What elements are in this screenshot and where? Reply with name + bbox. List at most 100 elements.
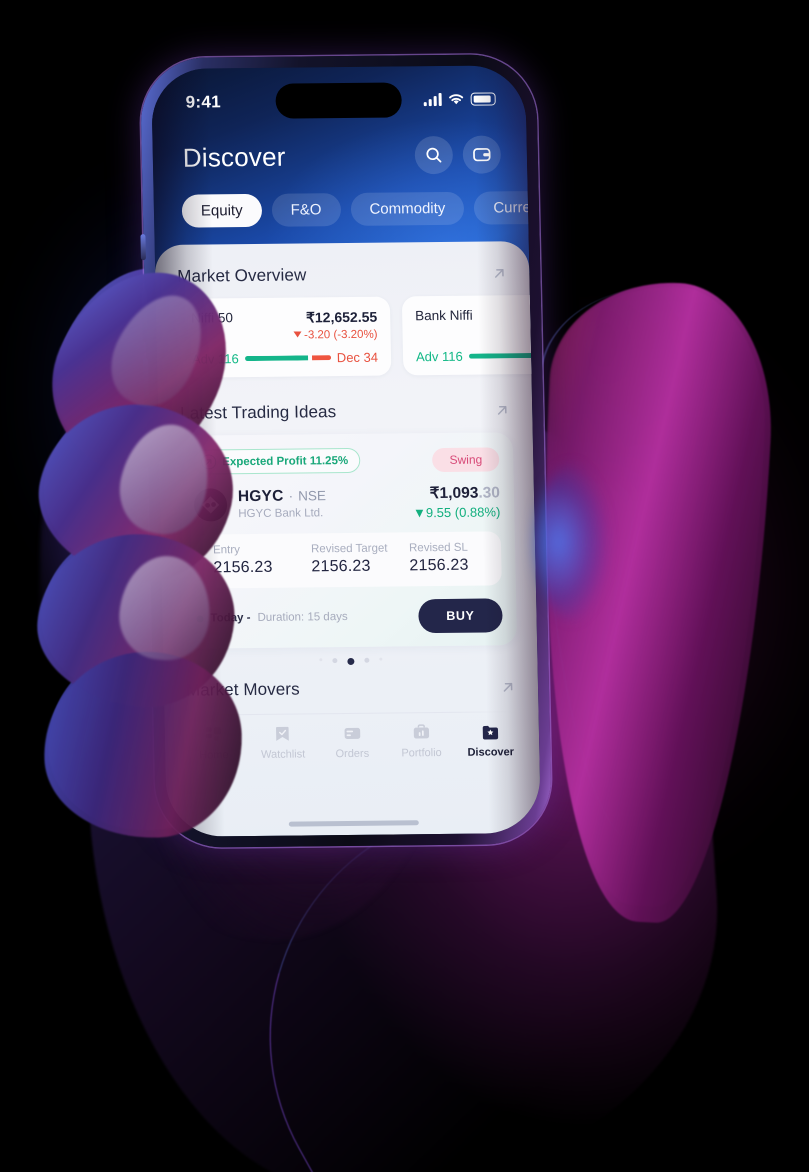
idea-duration-day: Today - <box>210 612 251 625</box>
scene: 9:41 Discover Equity F&O Commodity Curre… <box>0 0 809 1172</box>
nav-label: Watchlist <box>260 748 306 761</box>
bottom-navigation[interactable]: Home Watchlist Orders Portfolio Discover <box>165 712 540 762</box>
wallet-button[interactable] <box>462 135 502 174</box>
pager-dot-active[interactable] <box>346 657 354 665</box>
dynamic-island <box>275 82 403 119</box>
wallet-icon <box>473 148 491 162</box>
ad-ratio-bar <box>468 352 542 359</box>
index-card-bank-niffi[interactable]: Bank Niffi ₹ -3. Adv 116 Dec 34 <box>401 294 542 376</box>
search-icon <box>426 147 442 163</box>
advance-decline-bar: Adv 116 Dec 34 <box>192 350 378 367</box>
nav-item-portfolio[interactable]: Portfolio <box>386 723 456 760</box>
cellular-bars-icon <box>423 92 442 107</box>
pager-dot[interactable] <box>331 658 337 664</box>
market-overview-cards: Niffi 50 ₹12,652.55 -3.20 (-3.20%) Adv 1… <box>156 283 542 378</box>
level-label: Revised SL <box>408 541 468 555</box>
header-title-row: Discover <box>182 133 502 178</box>
trading-ideas-title: Latest Trading Ideas <box>179 402 337 423</box>
arrow-up-right-icon[interactable] <box>491 265 507 281</box>
level-value: 2156.23 <box>409 556 469 575</box>
arrow-up-right-circle-icon <box>201 454 217 470</box>
live-dot-icon <box>196 614 204 623</box>
index-change: -3.20 (-3.20%) <box>293 329 378 342</box>
tab-fno[interactable]: F&O <box>271 193 341 227</box>
idea-price-change: ▼︎9.55 (0.88%) <box>412 504 501 521</box>
tab-commodity[interactable]: Commodity <box>350 191 465 226</box>
idea-company-name: HGYC Bank Ltd. <box>238 507 324 521</box>
advance-decline-bar: Adv 116 Dec 34 <box>415 347 542 365</box>
trading-idea-card[interactable]: Expected Profit 11.25% Swing HGYC · NSE … <box>178 432 518 649</box>
expected-profit-badge: Expected Profit 11.25% <box>192 447 361 475</box>
nav-label: Orders <box>335 747 370 761</box>
level-value: 2156.23 <box>311 557 371 576</box>
idea-stock-names: HGYC · NSE HGYC Bank Ltd. <box>238 487 327 521</box>
pager-dot[interactable] <box>378 657 382 661</box>
nav-item-watchlist[interactable]: Watchlist <box>248 724 318 761</box>
buy-button[interactable]: BUY <box>417 598 503 634</box>
tab-equity[interactable]: Equity <box>181 193 262 228</box>
idea-stock-identity: HGYC · NSE HGYC Bank Ltd. <box>193 487 327 522</box>
index-card-niffi50[interactable]: Niffi 50 ₹12,652.55 -3.20 (-3.20%) Adv 1… <box>177 296 392 378</box>
header-actions <box>414 135 502 175</box>
category-tabs[interactable]: Equity F&O Commodity Currency <box>181 190 542 228</box>
index-price: ₹12,652.55 <box>305 308 378 326</box>
level-entry: Entry 2156.23 <box>201 543 300 577</box>
index-name: Niffi 50 <box>191 310 234 326</box>
idea-levels: Entry 2156.23 Revised Target 2156.23 Rev… <box>194 531 502 589</box>
hgyc-diamond-logo-icon <box>193 487 228 522</box>
index-card-top: Niffi 50 ₹12,652.55 -3.20 (-3.20%) <box>191 309 378 343</box>
advances-label: Adv 116 <box>191 351 239 367</box>
idea-price-block: ₹1,093.30 ▼︎9.55 (0.88%) <box>412 483 501 521</box>
nav-label: Portfolio <box>401 746 442 760</box>
idea-duration-text: Duration: 15 days <box>257 610 348 624</box>
nav-item-discover[interactable]: Discover <box>456 722 526 759</box>
market-movers-title: Market Movers <box>185 679 300 700</box>
idea-price-main: ₹1,093 <box>429 484 479 503</box>
ad-ratio-bar <box>244 355 331 362</box>
idea-stock-row: HGYC · NSE HGYC Bank Ltd. ₹1,093.30 ▼︎9.… <box>193 483 501 522</box>
level-label: Entry <box>212 544 241 557</box>
level-value: 2156.23 <box>213 558 273 577</box>
market-overview-title: Market Overview <box>177 265 307 286</box>
advances-label: Adv 116 <box>415 348 463 365</box>
level-revised-target: Revised Target 2156.23 <box>299 542 398 576</box>
idea-badges: Expected Profit 11.25% Swing <box>192 446 500 475</box>
phone-screen: 9:41 Discover Equity F&O Commodity Curre… <box>150 65 542 837</box>
grid-home-icon <box>205 727 222 741</box>
idea-symbol-line: HGYC · NSE <box>238 487 326 506</box>
status-time: 9:41 <box>185 92 222 112</box>
idea-symbol: HGYC <box>237 487 284 506</box>
thumb-blue-highlight <box>536 470 616 620</box>
card-orders-icon <box>344 727 360 740</box>
compass-star-icon <box>482 725 499 740</box>
idea-duration: Today - Duration: 15 days <box>196 610 348 625</box>
level-revised-sl: Revised SL 2156.23 <box>397 541 496 575</box>
arrow-up-right-icon[interactable] <box>500 679 516 695</box>
arrow-up-right-icon[interactable] <box>494 402 510 418</box>
volume-down-button[interactable] <box>143 358 150 411</box>
idea-carousel-pager[interactable] <box>163 656 537 667</box>
expected-profit-text: Expected Profit 11.25% <box>222 454 349 468</box>
market-movers-header: Market Movers <box>164 677 538 701</box>
pager-dot[interactable] <box>363 657 369 663</box>
home-indicator[interactable] <box>288 820 419 827</box>
search-button[interactable] <box>414 135 454 175</box>
smartphone: 9:41 Discover Equity F&O Commodity Curre… <box>139 54 553 848</box>
idea-type-badge: Swing <box>432 446 500 472</box>
idea-exchange: NSE <box>298 488 327 504</box>
idea-price-decimal: .30 <box>478 484 501 502</box>
nav-item-orders[interactable]: Orders <box>317 724 387 761</box>
mute-switch[interactable] <box>140 234 146 261</box>
status-indicators <box>423 92 496 107</box>
nav-label: Discover <box>467 746 515 759</box>
bookmark-check-icon <box>276 726 290 741</box>
nav-item-home[interactable]: Home <box>179 725 249 762</box>
triangle-down-icon <box>293 331 303 338</box>
battery-icon <box>470 92 496 106</box>
pager-dot[interactable] <box>318 658 322 662</box>
volume-up-button[interactable] <box>141 290 148 343</box>
content-sheet: Market Overview Niffi 50 ₹12,652.55 -3.2… <box>154 241 542 837</box>
page-title: Discover <box>182 141 286 173</box>
status-bar: 9:41 <box>151 82 526 121</box>
level-label: Revised Target <box>310 542 388 556</box>
